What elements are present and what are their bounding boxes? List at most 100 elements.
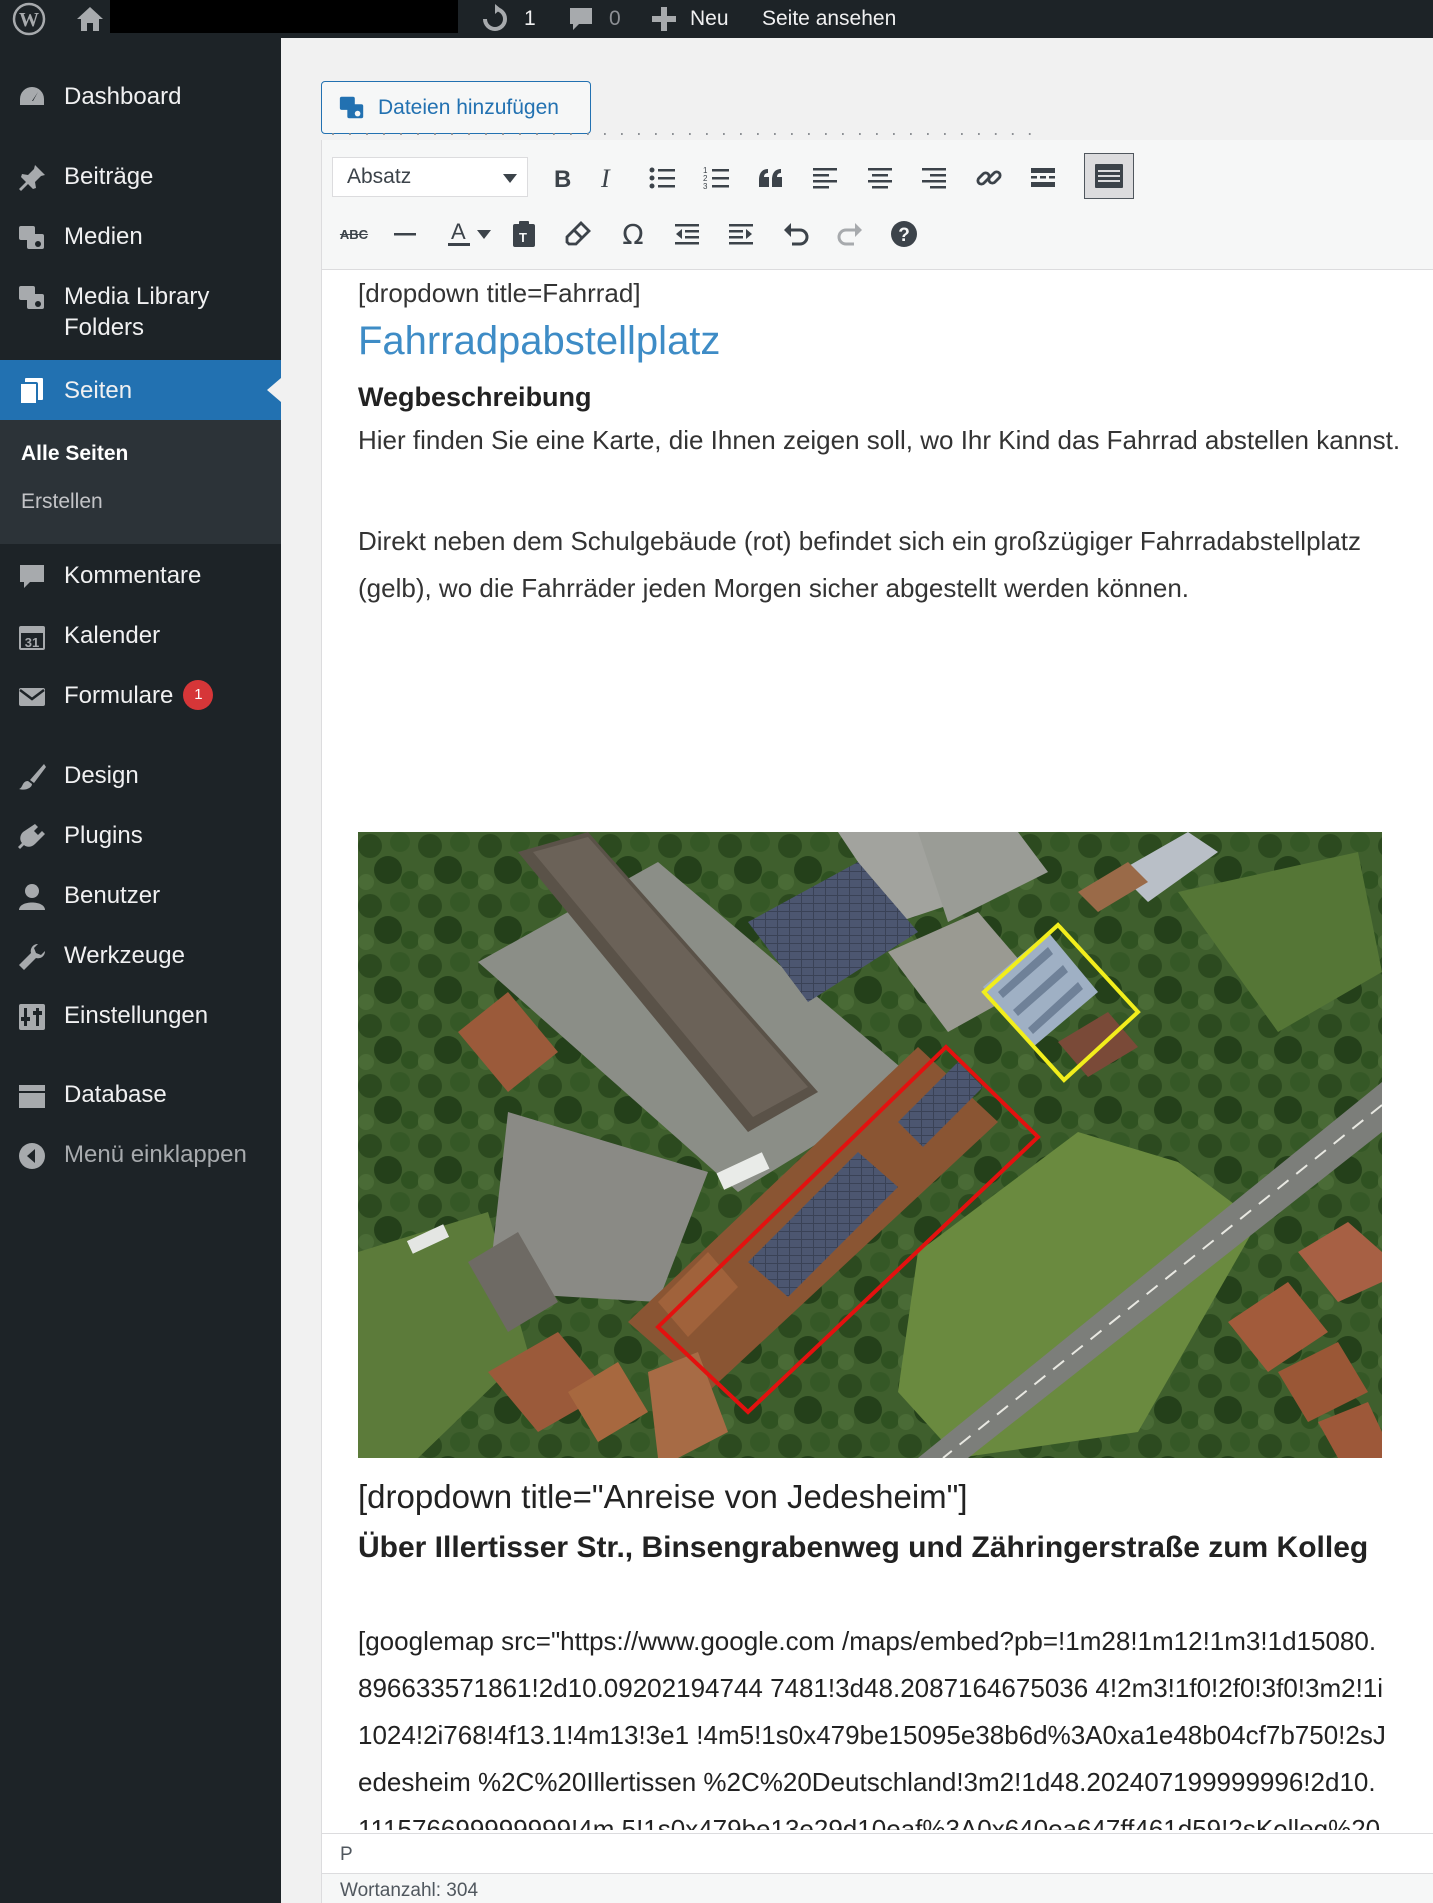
sidebar-item-einstellungen[interactable]: Einstellungen <box>0 1000 281 1032</box>
collapse-menu-button[interactable]: Menü einklappen <box>0 1139 281 1171</box>
eraser-icon <box>565 221 591 246</box>
svg-text:B: B <box>554 166 571 190</box>
svg-text:T: T <box>519 230 527 245</box>
sidebar-item-kommentare[interactable]: Kommentare <box>0 560 281 592</box>
text-color-dropdown[interactable] <box>472 212 496 256</box>
redo-button[interactable] <box>828 212 872 256</box>
indent-icon <box>729 224 753 245</box>
sidebar-item-label: Kommentare <box>64 562 202 589</box>
element-path[interactable]: P <box>340 1844 353 1865</box>
sidebar-item-beitraege[interactable]: Beiträge <box>0 161 281 193</box>
sidebar-item-plugins[interactable]: Plugins <box>0 820 281 852</box>
italic-button[interactable]: I <box>585 156 629 200</box>
horizontal-line-button[interactable] <box>383 212 427 256</box>
view-page-label: Seite ansehen <box>762 7 897 30</box>
home-icon[interactable] <box>75 0 105 38</box>
sidebar-item-dashboard[interactable]: Dashboard <box>0 81 281 113</box>
classic-editor: Absatz B I 123 ABC A T Ω ? [dropdown tit… <box>321 140 1433 1903</box>
outdent-icon <box>675 224 699 245</box>
editor-toolbar: Absatz B I 123 ABC A T Ω ? <box>322 140 1433 270</box>
keyboard-icon <box>1095 164 1123 188</box>
submenu-all-pages[interactable]: Alle Seiten <box>21 442 128 466</box>
sidebar-item-werkzeuge[interactable]: Werkzeuge <box>0 940 281 972</box>
redacted-site-name <box>110 0 458 33</box>
clear-formatting-button[interactable] <box>556 212 600 256</box>
sidebar-item-label: Kalender <box>64 622 161 649</box>
read-more-button[interactable] <box>1021 156 1065 200</box>
help-button[interactable]: ? <box>882 212 926 256</box>
sidebar-item-media-library-folders[interactable]: Media Library Folders <box>0 281 281 343</box>
aerial-map-image <box>358 832 1382 1458</box>
svg-text:31: 31 <box>25 635 39 650</box>
new-label: Neu <box>690 7 729 30</box>
blockquote-button[interactable] <box>749 156 793 200</box>
sidebar-item-label: Benutzer <box>64 882 161 909</box>
sidebar-item-seiten[interactable]: Seiten <box>0 360 281 420</box>
wordpress-logo-icon[interactable]: W <box>12 0 46 38</box>
paste-as-text-button[interactable]: T <box>502 212 546 256</box>
sidebar-item-benutzer[interactable]: Benutzer <box>0 880 281 912</box>
media-icon <box>0 221 64 253</box>
sidebar-item-kalender[interactable]: 31 Kalender <box>0 620 281 652</box>
align-left-icon <box>813 168 837 189</box>
admin-bar: W 1 0 Neu Seite ansehen <box>0 0 1433 38</box>
svg-text:A: A <box>451 219 466 244</box>
sidebar-item-label: Formulare <box>64 682 174 709</box>
bullet-list-button[interactable] <box>640 156 684 200</box>
user-icon <box>0 880 64 912</box>
current-menu-arrow <box>267 378 281 402</box>
clipboard-icon: T <box>513 221 535 247</box>
omega-icon: Ω <box>622 217 644 251</box>
numbered-list-button[interactable]: 123 <box>694 156 738 200</box>
page-heading: Fahrradpabstellplatz <box>358 319 721 363</box>
outdent-button[interactable] <box>665 212 709 256</box>
undo-button[interactable] <box>774 212 818 256</box>
sidebar-item-label: Database <box>64 1081 167 1108</box>
svg-text:I: I <box>600 166 611 190</box>
submenu-create[interactable]: Erstellen <box>21 490 103 514</box>
insert-link-button[interactable] <box>967 156 1011 200</box>
wrench-icon <box>0 940 64 972</box>
horizontal-line-icon <box>394 233 416 236</box>
add-media-label: Dateien hinzufügen <box>378 95 559 119</box>
indent-button[interactable] <box>719 212 763 256</box>
comment-icon <box>570 8 592 30</box>
special-character-button[interactable]: Ω <box>611 212 655 256</box>
sidebar-item-label: Medien <box>64 223 143 250</box>
comment-icon <box>0 560 64 592</box>
updates-button[interactable]: 1 <box>480 0 536 38</box>
sidebar-item-design[interactable]: Design <box>0 760 281 792</box>
sidebar-item-database[interactable]: Database <box>0 1079 281 1111</box>
toolbar-toggle-button[interactable] <box>1084 153 1134 199</box>
bullet-list-icon <box>649 167 675 189</box>
hidden-text-row: · · · · · · · · · · · · · · · · · · · · … <box>330 128 1036 140</box>
sidebar-item-label: Einstellungen <box>64 1002 209 1029</box>
new-content-button[interactable]: Neu <box>652 0 729 38</box>
chevron-down-icon <box>477 229 491 239</box>
settings-icon <box>0 1000 64 1032</box>
add-media-button[interactable]: Dateien hinzufügen <box>321 81 591 134</box>
pages-icon <box>0 374 64 406</box>
googlemap-shortcode: [googlemap src="https://www.google.com /… <box>358 1626 1386 1830</box>
admin-sidebar: Dashboard Beiträge Medien Media Library … <box>0 38 281 1903</box>
sidebar-item-label: Menü einklappen <box>64 1141 247 1168</box>
italic-icon: I <box>600 166 611 190</box>
sidebar-item-label: Plugins <box>64 822 143 849</box>
view-page-link[interactable]: Seite ansehen <box>762 0 896 38</box>
comments-button[interactable]: 0 <box>567 0 621 38</box>
strikethrough-button[interactable]: ABC <box>332 212 376 256</box>
bold-button[interactable]: B <box>540 156 584 200</box>
editor-path-bar: P <box>322 1833 1433 1873</box>
align-right-button[interactable] <box>912 156 956 200</box>
sidebar-item-medien[interactable]: Medien <box>0 221 281 253</box>
editor-content[interactable]: [dropdown title=Fahrrad] Fahrradpabstell… <box>358 270 1418 1830</box>
paragraph-description: Direkt neben dem Schulgebäude (rot) befi… <box>358 526 1362 603</box>
align-center-button[interactable] <box>858 156 902 200</box>
format-select[interactable]: Absatz <box>332 157 528 197</box>
align-left-button[interactable] <box>803 156 847 200</box>
collapse-icon <box>0 1139 64 1171</box>
updates-count: 1 <box>524 7 536 30</box>
sidebar-item-formulare[interactable]: Formulare 1 <box>0 680 281 712</box>
chevron-down-icon <box>503 174 517 183</box>
sidebar-item-label: Seiten <box>64 376 133 404</box>
